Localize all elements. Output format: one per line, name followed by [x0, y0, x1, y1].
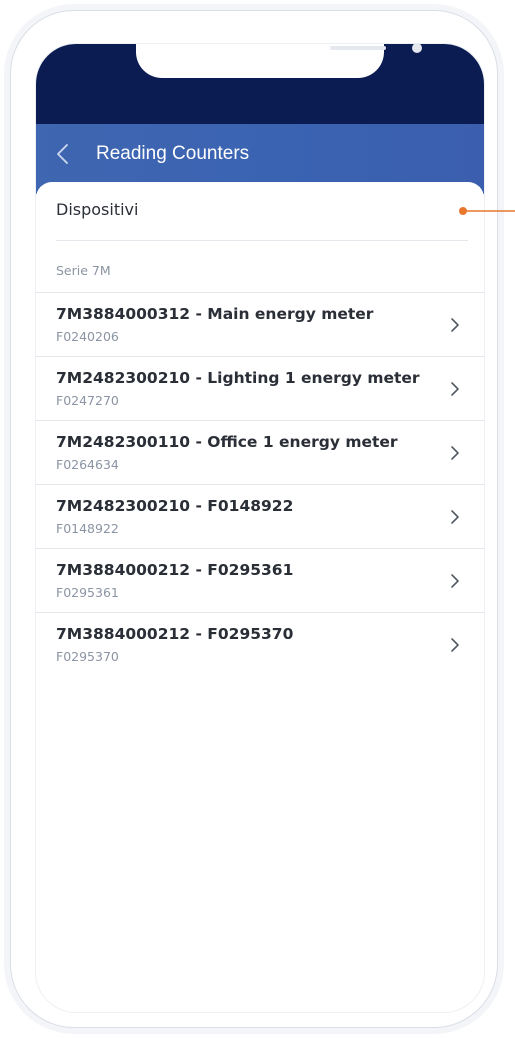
device-name: 7M3884000212 - F0295361 — [56, 561, 294, 579]
chevron-right-icon — [451, 446, 459, 460]
device-code: F0295370 — [56, 649, 119, 664]
page-title: Reading Counters — [96, 143, 250, 164]
device-code: F0148922 — [56, 521, 119, 536]
device-row[interactable]: 7M3884000212 - F0295370 F0295370 — [36, 612, 484, 676]
divider — [56, 240, 468, 241]
device-row[interactable]: 7M2482300110 - Office 1 energy meter F02… — [36, 420, 484, 484]
phone-notch — [136, 44, 422, 78]
chevron-right-icon — [451, 382, 459, 396]
device-code: F0240206 — [56, 329, 119, 344]
device-code: F0264634 — [56, 457, 119, 472]
device-name: 7M3884000212 - F0295370 — [56, 625, 294, 643]
chevron-right-icon — [451, 574, 459, 588]
device-row[interactable]: 7M3884000312 - Main energy meter F024020… — [36, 292, 484, 356]
device-name: 7M3884000312 - Main energy meter — [56, 305, 374, 323]
chevron-left-icon[interactable] — [52, 142, 76, 166]
content-sheet: Dispositivi Serie 7M 7M3884000312 - Main… — [36, 182, 484, 1012]
device-code: F0295361 — [56, 585, 119, 600]
group-label: Serie 7M — [56, 263, 111, 278]
device-name: 7M2482300110 - Office 1 energy meter — [56, 433, 398, 451]
device-code: F0247270 — [56, 393, 119, 408]
speaker-grille — [330, 46, 386, 50]
status-bar — [36, 44, 484, 124]
chevron-right-icon — [451, 318, 459, 332]
chevron-right-icon — [451, 638, 459, 652]
device-row[interactable]: 7M2482300210 - Lighting 1 energy meter F… — [36, 356, 484, 420]
device-row[interactable]: 7M2482300210 - F0148922 F0148922 — [36, 484, 484, 548]
chevron-right-icon — [451, 510, 459, 524]
phone-screen: Reading Counters Dispositivi Serie 7M 7M… — [36, 44, 484, 1012]
device-list: 7M3884000312 - Main energy meter F024020… — [36, 292, 484, 676]
front-camera — [412, 44, 422, 53]
device-name: 7M2482300210 - F0148922 — [56, 497, 294, 515]
device-name: 7M2482300210 - Lighting 1 energy meter — [56, 369, 420, 387]
section-title: Dispositivi — [56, 200, 139, 219]
device-row[interactable]: 7M3884000212 - F0295361 F0295361 — [36, 548, 484, 612]
annotation-marker — [459, 207, 515, 215]
